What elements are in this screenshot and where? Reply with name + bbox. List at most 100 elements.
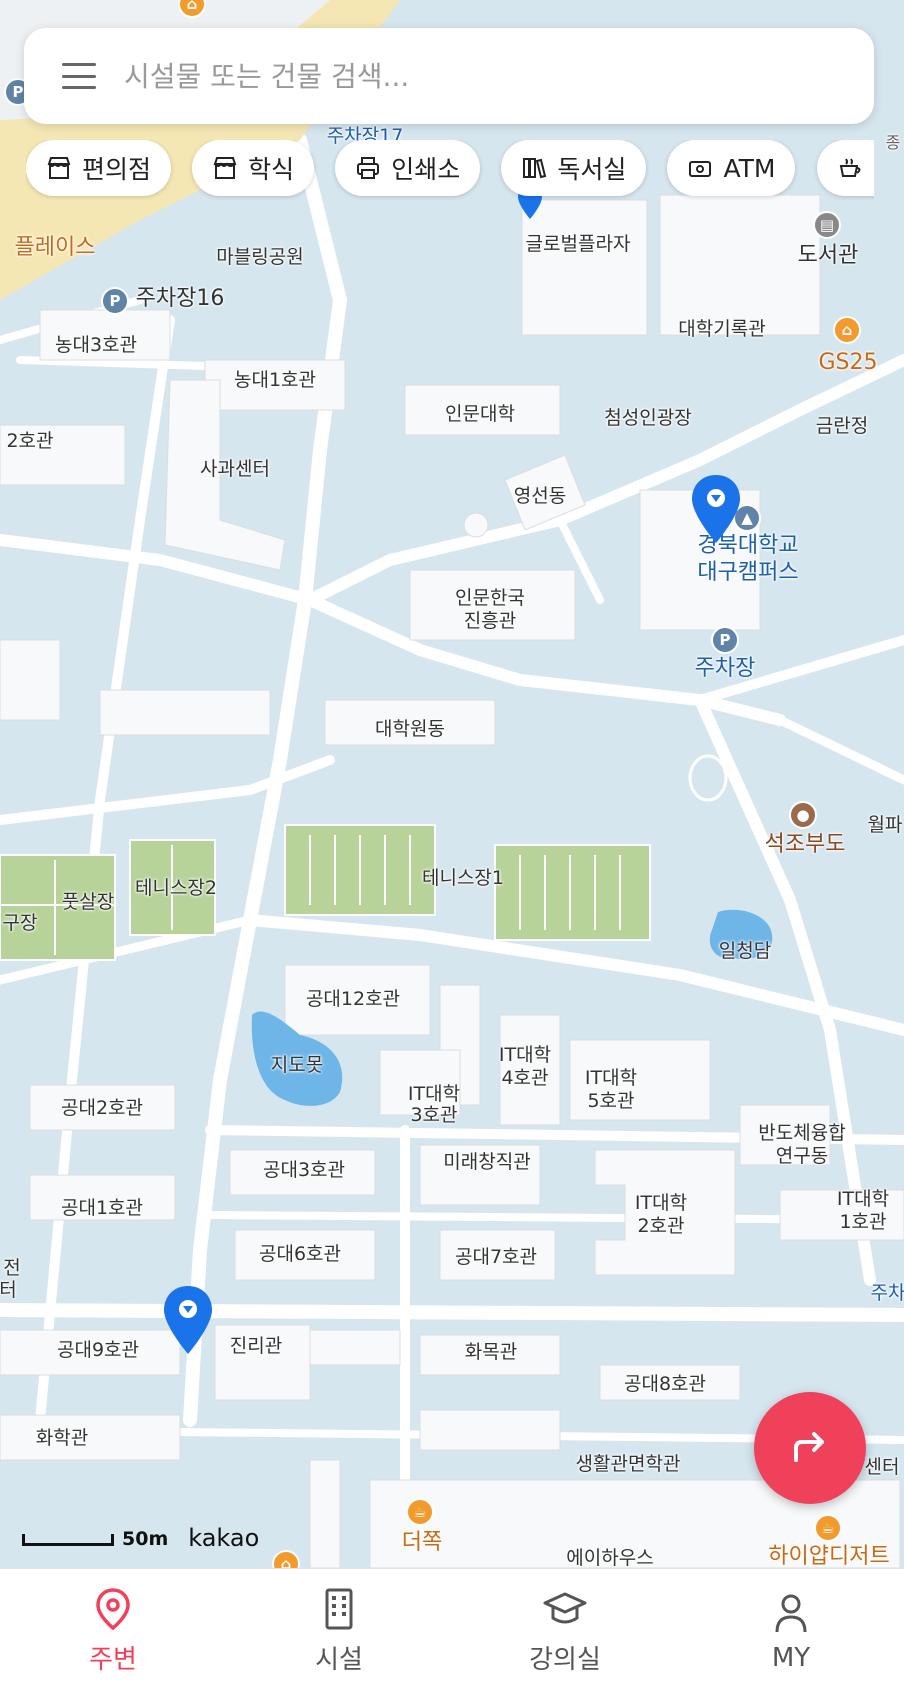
map-label[interactable]: 주차장 <box>695 656 756 681</box>
map-label[interactable]: 테니스장2 <box>135 877 217 900</box>
map-label[interactable]: IT대학 <box>635 1192 687 1215</box>
map-label[interactable]: 테니스장1 <box>422 867 504 890</box>
map-label[interactable]: IT대학 <box>408 1083 460 1106</box>
chip-label: 학식 <box>248 155 295 184</box>
map-label[interactable]: 영선동 <box>514 485 566 508</box>
building-icon <box>325 1588 353 1630</box>
map-label[interactable]: 마블링공원 <box>216 246 303 269</box>
nav-classroom[interactable]: 강의실 <box>452 1569 678 1694</box>
map-label[interactable]: 화학관 <box>36 1427 88 1450</box>
directions-button[interactable] <box>754 1392 866 1504</box>
map-label[interactable]: 4호관 <box>501 1067 548 1090</box>
map-label[interactable]: 인문한국 <box>455 587 525 610</box>
map-label[interactable]: 공대2호관 <box>61 1097 143 1120</box>
map-label[interactable]: 생활관면학관 <box>576 1453 681 1476</box>
map-label[interactable]: 월파 <box>868 814 903 837</box>
map-label[interactable]: 구장 <box>3 912 38 935</box>
map-label[interactable]: 인문대학 <box>445 403 515 426</box>
map-label[interactable]: 글로벌플라자 <box>526 233 631 256</box>
map-label[interactable]: 플레이스 <box>15 235 96 260</box>
map-base <box>0 0 904 1568</box>
map-label[interactable]: 공대12호관 <box>306 988 400 1011</box>
map-label[interactable]: 5호관 <box>587 1090 634 1113</box>
nav-label: 주변 <box>89 1645 137 1675</box>
nav-my[interactable]: MY <box>678 1569 904 1694</box>
search-bar <box>24 28 874 124</box>
chip-atm[interactable]: ATM <box>667 140 796 196</box>
map-label[interactable]: 첨성인광장 <box>604 407 691 430</box>
nav-label: 시설 <box>315 1645 363 1675</box>
map-scale: 50m kakao <box>22 1524 259 1552</box>
map-label[interactable]: 2호관 <box>6 430 53 453</box>
map-label[interactable]: 도서관 <box>798 243 859 268</box>
map-label[interactable]: 화목관 <box>465 1341 517 1364</box>
map-label[interactable]: 대학기록관 <box>678 318 765 341</box>
map-label[interactable]: 공대8호관 <box>624 1373 706 1396</box>
chip-cafe[interactable]: 카 <box>816 140 874 196</box>
landmark-icon[interactable]: ● <box>789 801 817 829</box>
chip-label: 편의점 <box>82 155 152 184</box>
map-label[interactable]: 진리관 <box>230 1335 282 1358</box>
chip-study-room[interactable]: 독서실 <box>501 140 647 196</box>
parking-icon[interactable]: P <box>711 626 739 654</box>
map-label[interactable]: IT대학 <box>837 1188 889 1211</box>
map-label[interactable]: 3호관 <box>410 1104 457 1127</box>
map-label[interactable]: 석조부도 <box>765 832 846 857</box>
map-label[interactable]: 주차장16 <box>136 286 225 311</box>
map-label[interactable]: 대구캠퍼스 <box>697 560 798 585</box>
map-label[interactable]: 전 <box>3 1257 20 1280</box>
map-label[interactable]: 2호관 <box>637 1215 684 1238</box>
library-icon[interactable]: ▤ <box>813 211 841 239</box>
nav-facilities[interactable]: 시설 <box>226 1569 452 1694</box>
map-label[interactable]: 공대1호관 <box>61 1197 143 1220</box>
nav-nearby[interactable]: 주변 <box>0 1569 226 1694</box>
map-label[interactable]: 풋살장 <box>62 891 114 914</box>
map-label[interactable]: 터 <box>0 1279 17 1302</box>
map-label[interactable]: IT대학 <box>585 1067 637 1090</box>
map-label[interactable]: 반도체융합 <box>758 1122 845 1145</box>
chip-cafeteria[interactable]: 학식 <box>192 140 315 196</box>
menu-icon[interactable] <box>62 63 96 89</box>
map-label[interactable]: 일청담 <box>719 940 771 963</box>
map-label[interactable]: 농대1호관 <box>234 369 316 392</box>
map-label[interactable]: 센터 <box>865 1456 900 1479</box>
map-label[interactable]: 금란정 <box>816 415 868 438</box>
map-label[interactable]: 공대9호관 <box>57 1339 139 1362</box>
store-icon <box>213 157 237 179</box>
map-label[interactable]: 미래창직관 <box>443 1151 530 1174</box>
chip-label: 인쇄소 <box>391 155 461 184</box>
map-label[interactable]: 공대7호관 <box>455 1246 537 1269</box>
map-label[interactable]: 공대3호관 <box>263 1159 345 1182</box>
map-label[interactable]: 사과센터 <box>200 458 270 481</box>
map-label[interactable]: 종 <box>886 133 901 152</box>
books-icon <box>523 158 547 179</box>
map-label[interactable]: 1호관 <box>839 1211 886 1234</box>
map-label[interactable]: 진흥관 <box>464 610 516 633</box>
store-icon[interactable]: ⌂ <box>833 316 861 344</box>
map-label[interactable]: 공대6호관 <box>259 1243 341 1266</box>
parking-icon[interactable]: P <box>101 287 129 315</box>
map-label[interactable]: 하이얍디저트 <box>768 1544 889 1568</box>
nav-label: 강의실 <box>529 1645 601 1675</box>
map-label[interactable]: 주차 <box>871 1282 904 1305</box>
cafe-icon[interactable]: ☕ <box>406 1498 434 1526</box>
map-label[interactable]: IT대학 <box>499 1044 551 1067</box>
map-label[interactable]: GS25 <box>818 350 877 375</box>
cafe-icon[interactable]: ☕ <box>814 1514 842 1542</box>
map-label[interactable]: 에이하우스 <box>566 1547 653 1568</box>
chip-convenience-store[interactable]: 편의점 <box>26 140 172 196</box>
map-label[interactable]: 지도못 <box>271 1054 323 1077</box>
nav-label: MY <box>771 1642 811 1673</box>
location-pin-icon[interactable] <box>690 473 742 545</box>
map-label[interactable]: 농대3호관 <box>55 334 137 357</box>
kakao-logo: kakao <box>188 1524 260 1552</box>
location-pin-icon[interactable] <box>162 1284 214 1356</box>
map-label[interactable]: 더쪽 <box>402 1530 442 1555</box>
map-label[interactable]: 연구동 <box>776 1145 828 1168</box>
chip-print-shop[interactable]: 인쇄소 <box>335 140 481 196</box>
map-view[interactable]: P P P ▤ ⌂ ⌂ ▲ ● ☕ ☕ ⌂ 주차장16 주차장17 플레이스 마… <box>0 0 904 1568</box>
map-label[interactable]: 대학원동 <box>375 718 445 741</box>
category-chips: 편의점 학식 인쇄소 독서실 ATM 카 <box>26 140 874 200</box>
scale-label: 50m <box>122 1528 169 1550</box>
search-input[interactable] <box>124 59 824 93</box>
